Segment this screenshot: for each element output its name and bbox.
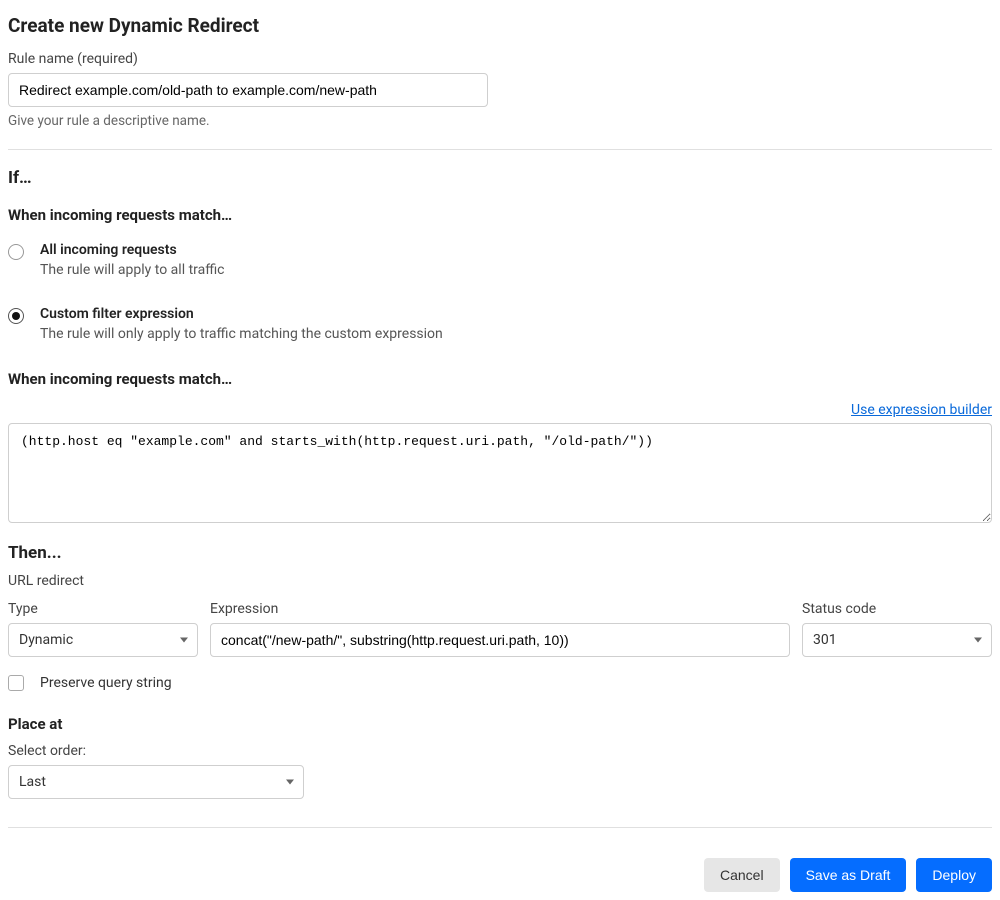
if-heading: If… <box>8 168 992 188</box>
select-order-label: Select order: <box>8 743 992 759</box>
radio-custom-icon[interactable] <box>8 308 24 324</box>
radio-all-desc: The rule will apply to all traffic <box>40 262 992 278</box>
expression-builder-link[interactable]: Use expression builder <box>851 402 992 418</box>
deploy-button[interactable]: Deploy <box>916 858 992 892</box>
cancel-button[interactable]: Cancel <box>704 858 780 892</box>
type-select[interactable]: Dynamic <box>8 623 198 657</box>
preserve-query-checkbox[interactable] <box>8 675 24 691</box>
radio-option-custom[interactable]: Custom filter expression The rule will o… <box>8 306 992 342</box>
rule-name-input[interactable] <box>8 73 488 107</box>
expression-input[interactable] <box>210 623 790 657</box>
rule-name-field: Rule name (required) Give your rule a de… <box>8 51 992 129</box>
page-title: Create new Dynamic Redirect <box>8 14 992 37</box>
divider <box>8 827 992 828</box>
divider <box>8 149 992 150</box>
then-heading: Then... <box>8 543 992 563</box>
preserve-query-row[interactable]: Preserve query string <box>8 675 992 691</box>
radio-all-icon[interactable] <box>8 244 24 260</box>
radio-custom-desc: The rule will only apply to traffic matc… <box>40 326 992 342</box>
radio-option-all[interactable]: All incoming requests The rule will appl… <box>8 242 992 278</box>
preserve-query-label: Preserve query string <box>40 675 172 691</box>
radio-custom-title: Custom filter expression <box>40 306 992 322</box>
expression-label: Expression <box>210 601 790 617</box>
status-code-label: Status code <box>802 601 992 617</box>
type-label: Type <box>8 601 198 617</box>
status-code-select[interactable]: 301 <box>802 623 992 657</box>
rule-name-label: Rule name (required) <box>8 51 992 67</box>
match-heading-2: When incoming requests match… <box>8 370 992 388</box>
place-at-heading: Place at <box>8 715 992 733</box>
radio-all-title: All incoming requests <box>40 242 992 258</box>
save-draft-button[interactable]: Save as Draft <box>790 858 907 892</box>
match-heading: When incoming requests match… <box>8 206 992 224</box>
order-select[interactable]: Last <box>8 765 304 799</box>
rule-name-help: Give your rule a descriptive name. <box>8 113 992 129</box>
filter-expression-textarea[interactable]: (http.host eq "example.com" and starts_w… <box>8 423 992 523</box>
url-redirect-label: URL redirect <box>8 573 992 589</box>
